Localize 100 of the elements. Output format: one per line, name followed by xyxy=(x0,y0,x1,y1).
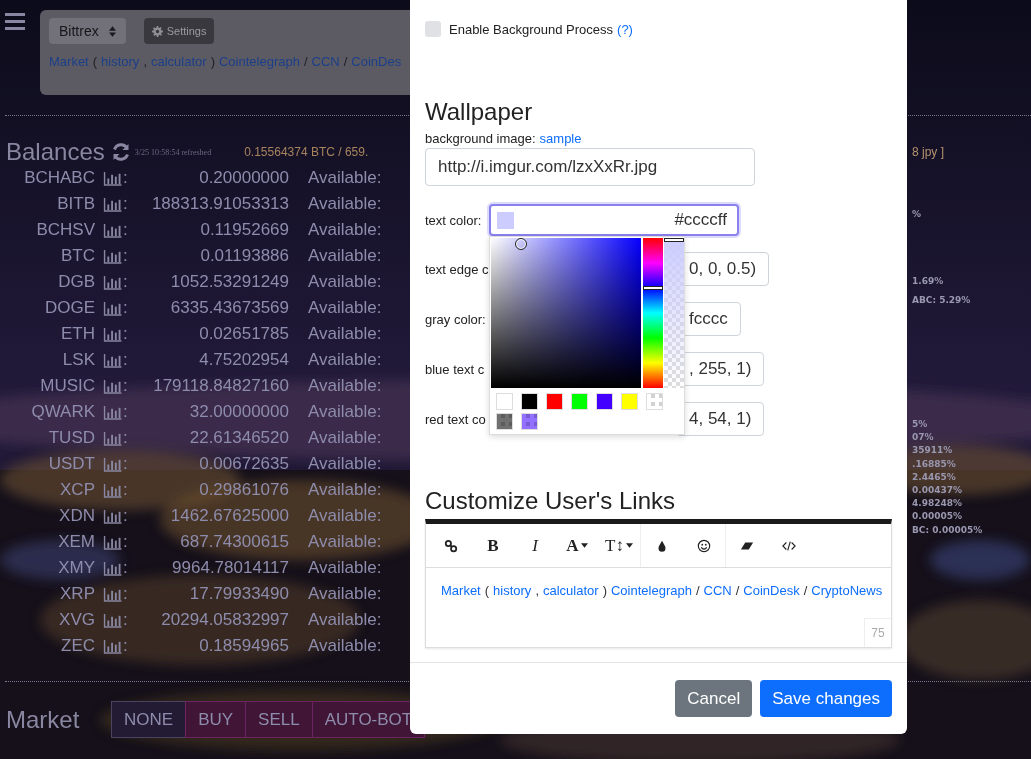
mode-tab[interactable]: SELL xyxy=(245,701,313,738)
help-link[interactable]: (?) xyxy=(617,21,633,37)
bold-button[interactable]: B xyxy=(472,527,514,564)
section-title: Market xyxy=(6,705,81,734)
smiley-icon xyxy=(697,538,711,553)
bar-chart-icon[interactable] xyxy=(103,404,123,420)
bar-chart-icon[interactable] xyxy=(103,638,123,654)
percent-text: 5% xyxy=(912,418,929,431)
bar-chart-icon[interactable] xyxy=(103,586,123,602)
percent-text: BC: 0.00005% xyxy=(912,523,983,537)
coin-name: XVG xyxy=(58,610,95,630)
separator-text: / xyxy=(735,583,740,598)
bar-chart-icon[interactable] xyxy=(103,612,123,628)
bar-chart-icon[interactable] xyxy=(103,170,123,186)
bar-chart-icon[interactable] xyxy=(103,300,123,316)
balance-amount: 0.11952669 xyxy=(199,220,289,240)
percent-text: 0.00005% xyxy=(912,510,963,524)
input-field[interactable]: http://i.imgur.com/lzxXxRr.jpg xyxy=(425,148,755,186)
bar-chart-icon[interactable] xyxy=(103,430,123,446)
checkbox[interactable] xyxy=(425,21,441,37)
sample-link[interactable]: sample xyxy=(539,130,582,148)
menu-icon[interactable] xyxy=(5,13,25,30)
slider-handle[interactable] xyxy=(664,238,684,242)
bar-chart-icon[interactable] xyxy=(103,274,123,290)
link[interactable]: CryptoNews xyxy=(811,583,883,598)
font-color-button[interactable]: A xyxy=(556,527,598,564)
balance-amount: 6335.43673569 xyxy=(169,298,289,318)
color-swatch[interactable] xyxy=(521,413,538,430)
available-label: Available: xyxy=(308,246,382,266)
font-size-button[interactable]: T↕ xyxy=(598,527,640,564)
balance-amount: 22.61346520 xyxy=(188,428,289,448)
available-label: Available: xyxy=(308,610,382,630)
color-swatch[interactable] xyxy=(496,413,513,430)
available-label: Available: xyxy=(308,584,382,604)
link[interactable]: Cointelegraph xyxy=(611,583,692,598)
link[interactable]: CCN xyxy=(703,583,732,598)
mode-tab[interactable]: NONE xyxy=(111,701,187,738)
field-label: text color: xyxy=(425,212,482,228)
exchange-select[interactable]: Bittrex xyxy=(49,18,126,44)
coin-name: LSK xyxy=(61,350,95,370)
balance-amount: 20294.05832997 xyxy=(160,610,289,630)
color-swatch[interactable] xyxy=(546,393,563,410)
colon-text: : xyxy=(123,428,128,448)
colon-text: : xyxy=(123,272,128,292)
bar-chart-icon[interactable] xyxy=(103,378,123,394)
caret-icon xyxy=(580,543,588,548)
color-swatch[interactable] xyxy=(621,393,638,410)
coin-name: DOGE xyxy=(43,298,95,318)
caret-icon xyxy=(625,543,633,548)
available-label: Available: xyxy=(308,194,382,214)
checkbox-label: Enable Background Process xyxy=(449,21,614,37)
color-swatch[interactable] xyxy=(571,393,588,410)
color-swatch[interactable] xyxy=(596,393,613,410)
total-value: 0.15564374 BTC / 659. xyxy=(244,145,369,159)
link[interactable]: CoinDesk xyxy=(743,583,800,598)
percent-text: 2.4465% xyxy=(912,470,957,484)
percent-text: ABC: 5.29% xyxy=(912,294,972,307)
save-button[interactable]: Save changes xyxy=(760,680,892,717)
color-swatch[interactable] xyxy=(646,393,663,410)
slider-handle[interactable] xyxy=(643,285,664,290)
field-label: background image: xyxy=(425,130,536,148)
mode-tab[interactable]: BUY xyxy=(185,701,247,738)
link[interactable]: Market xyxy=(441,583,481,598)
coin-name: QWARK xyxy=(30,402,95,422)
color-swatch[interactable] xyxy=(521,393,538,410)
refresh-icon[interactable] xyxy=(110,142,131,162)
bar-chart-icon[interactable] xyxy=(103,326,123,342)
bar-chart-icon[interactable] xyxy=(103,534,123,550)
saturation-area[interactable] xyxy=(491,238,642,388)
color-swatch[interactable] xyxy=(496,393,513,410)
field-label: blue text c xyxy=(425,361,485,377)
bar-chart-icon[interactable] xyxy=(103,482,123,498)
colon-text: : xyxy=(123,584,128,604)
balance-amount: 0.02651785 xyxy=(198,324,289,344)
available-label: Available: xyxy=(308,272,382,292)
bar-chart-icon[interactable] xyxy=(103,456,123,472)
bar-chart-icon[interactable] xyxy=(103,508,123,524)
link[interactable]: history xyxy=(493,583,532,598)
section-heading: Customize User's Links xyxy=(425,486,676,515)
bar-chart-icon[interactable] xyxy=(103,248,123,264)
cancel-button[interactable]: Cancel xyxy=(675,680,753,717)
bar-chart-icon[interactable] xyxy=(103,196,123,212)
available-label: Available: xyxy=(308,324,382,344)
italic-button[interactable]: I xyxy=(514,527,556,564)
balance-amount: 1462.67625000 xyxy=(169,506,289,526)
colon-text: : xyxy=(123,298,128,318)
bar-chart-icon[interactable] xyxy=(103,560,123,576)
bar-chart-icon[interactable] xyxy=(103,222,123,238)
colon-text: : xyxy=(123,220,128,240)
separator-text: ( xyxy=(484,583,490,598)
separator-text: / xyxy=(343,54,348,69)
colon-text: : xyxy=(123,454,128,474)
color-field[interactable]: #ccccff xyxy=(489,204,739,236)
hue-slider[interactable] xyxy=(643,238,664,388)
available-label: Available: xyxy=(308,636,382,656)
available-label: Available: xyxy=(308,376,382,396)
settings-button[interactable]: Settings xyxy=(143,18,215,44)
link[interactable]: calculator xyxy=(543,583,599,598)
bar-chart-icon[interactable] xyxy=(103,352,123,368)
alpha-slider[interactable] xyxy=(664,238,684,388)
